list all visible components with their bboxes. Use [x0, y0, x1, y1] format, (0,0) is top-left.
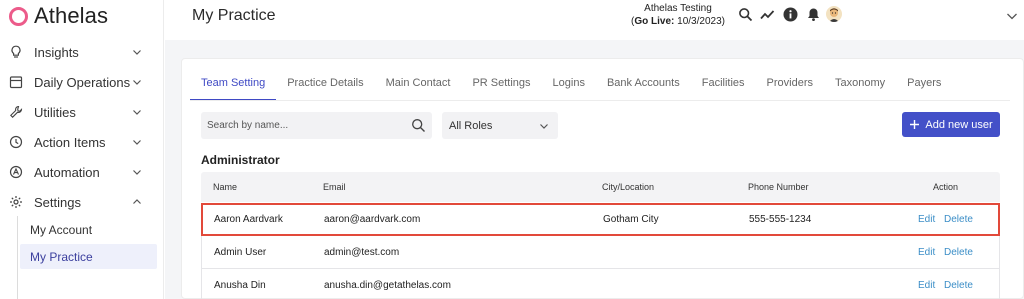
clock-icon — [9, 135, 23, 149]
chevron-down-icon — [132, 107, 142, 117]
tabs-divider — [190, 100, 1010, 101]
sidebar-subitem-my-practice[interactable]: My Practice — [20, 244, 157, 269]
lightbulb-icon — [9, 45, 23, 59]
trend-icon[interactable] — [760, 7, 775, 22]
avatar[interactable] — [826, 6, 842, 22]
chevron-down-icon — [132, 167, 142, 177]
submenu-guide-line — [17, 216, 18, 299]
delete-link[interactable]: Delete — [944, 214, 973, 225]
sidebar-item-label: Daily Operations — [34, 74, 131, 90]
paren-close: ) — [721, 16, 725, 27]
tab-facilities[interactable]: Facilities — [691, 69, 756, 101]
tab-main-contact[interactable]: Main Contact — [375, 69, 462, 101]
wrench-icon — [9, 105, 23, 119]
cell-email: anusha.din@getathelas.com — [324, 280, 451, 291]
tab-bank-accounts[interactable]: Bank Accounts — [596, 69, 691, 101]
page-title: My Practice — [192, 7, 276, 24]
gear-icon — [9, 195, 23, 209]
tab-providers[interactable]: Providers — [756, 69, 824, 101]
calendar-icon — [9, 75, 23, 89]
app-root: Athelas Insights Daily Operations Utilit… — [0, 0, 1024, 299]
org-name: Athelas Testing — [644, 3, 712, 14]
sidebar-item-label: Insights — [34, 44, 79, 60]
plus-icon — [909, 119, 920, 130]
cell-phone: 555-555-1234 — [749, 214, 812, 225]
sidebar-subitem-my-account[interactable]: My Account — [20, 217, 157, 242]
sidebar-item-insights[interactable]: Insights — [0, 38, 160, 66]
sidebar: Athelas Insights Daily Operations Utilit… — [0, 0, 164, 299]
add-new-user-label: Add new user — [925, 118, 993, 131]
search-input[interactable] — [207, 117, 397, 134]
cell-email: admin@test.com — [324, 247, 400, 258]
edit-link[interactable]: Edit — [918, 280, 935, 291]
chevron-down-icon[interactable] — [1006, 10, 1018, 22]
chevron-up-icon — [132, 197, 142, 207]
column-header-city: City/Location — [602, 182, 655, 192]
sidebar-item-automation[interactable]: Automation — [0, 158, 160, 186]
role-select[interactable]: All Roles — [442, 112, 558, 139]
chevron-down-icon — [132, 137, 142, 147]
logo-ring-icon — [9, 6, 28, 26]
sidebar-item-label: Settings — [34, 194, 81, 210]
sidebar-item-utilities[interactable]: Utilities — [0, 98, 160, 126]
sidebar-item-label: Automation — [34, 164, 100, 180]
role-select-value: All Roles — [449, 120, 493, 132]
section-title: Administrator — [201, 153, 280, 167]
add-new-user-button[interactable]: Add new user — [902, 112, 1000, 137]
chevron-down-icon — [132, 47, 142, 57]
chevron-down-icon — [539, 121, 549, 131]
column-header-phone: Phone Number — [748, 182, 809, 192]
search-box — [201, 112, 432, 139]
edit-link[interactable]: Edit — [918, 247, 935, 258]
tab-pr-settings[interactable]: PR Settings — [461, 69, 541, 101]
table-row: Aaron Aardvark aaron@aardvark.com Gotham… — [201, 203, 1000, 236]
sidebar-item-action-items[interactable]: Action Items — [0, 128, 160, 156]
search-icon[interactable] — [738, 7, 753, 22]
sidebar-item-daily-operations[interactable]: Daily Operations — [0, 68, 160, 96]
column-header-action: Action — [933, 182, 959, 192]
cell-email: aaron@aardvark.com — [324, 214, 421, 225]
column-header-email: Email — [323, 182, 346, 192]
tab-practice-details[interactable]: Practice Details — [276, 69, 374, 101]
table-header: Name Email City/Location Phone Number Ac… — [201, 172, 1000, 202]
chevron-down-icon — [132, 77, 142, 87]
delete-link[interactable]: Delete — [944, 280, 973, 291]
automation-icon — [9, 165, 23, 179]
column-header-name: Name — [213, 182, 238, 192]
sidebar-item-label: Utilities — [34, 104, 76, 120]
tab-logins[interactable]: Logins — [542, 69, 596, 101]
delete-link[interactable]: Delete — [944, 247, 973, 258]
tab-taxonomy[interactable]: Taxonomy — [824, 69, 896, 101]
cell-name: Aaron Aardvark — [214, 214, 283, 225]
tab-payers[interactable]: Payers — [896, 69, 952, 101]
top-header: My Practice — [165, 0, 1024, 40]
cell-city: Gotham City — [603, 214, 659, 225]
info-icon[interactable] — [783, 7, 798, 22]
table-row: Admin User admin@test.com Edit Delete — [201, 236, 1000, 269]
tab-team-setting[interactable]: Team Setting — [190, 69, 277, 101]
logo-text: Athelas — [34, 3, 109, 28]
go-live-label: Go Live: — [634, 16, 675, 27]
go-live-date: 10/3/2023 — [677, 16, 722, 27]
sidebar-item-label: Action Items — [34, 134, 106, 150]
search-icon[interactable] — [411, 118, 426, 133]
cell-name: Anusha Din — [214, 280, 266, 291]
bell-icon[interactable] — [806, 7, 821, 22]
org-info[interactable]: Athelas Testing (Go Live: 10/3/2023) — [631, 2, 725, 28]
edit-link[interactable]: Edit — [918, 214, 935, 225]
go-live-line: (Go Live: 10/3/2023) — [631, 15, 725, 28]
cell-name: Admin User — [214, 247, 267, 258]
sidebar-item-settings[interactable]: Settings — [0, 188, 160, 216]
logo[interactable]: Athelas — [9, 3, 109, 28]
table-row: Anusha Din anusha.din@getathelas.com Edi… — [201, 269, 1000, 299]
settings-tabs: Team Setting Practice Details Main Conta… — [190, 69, 952, 101]
